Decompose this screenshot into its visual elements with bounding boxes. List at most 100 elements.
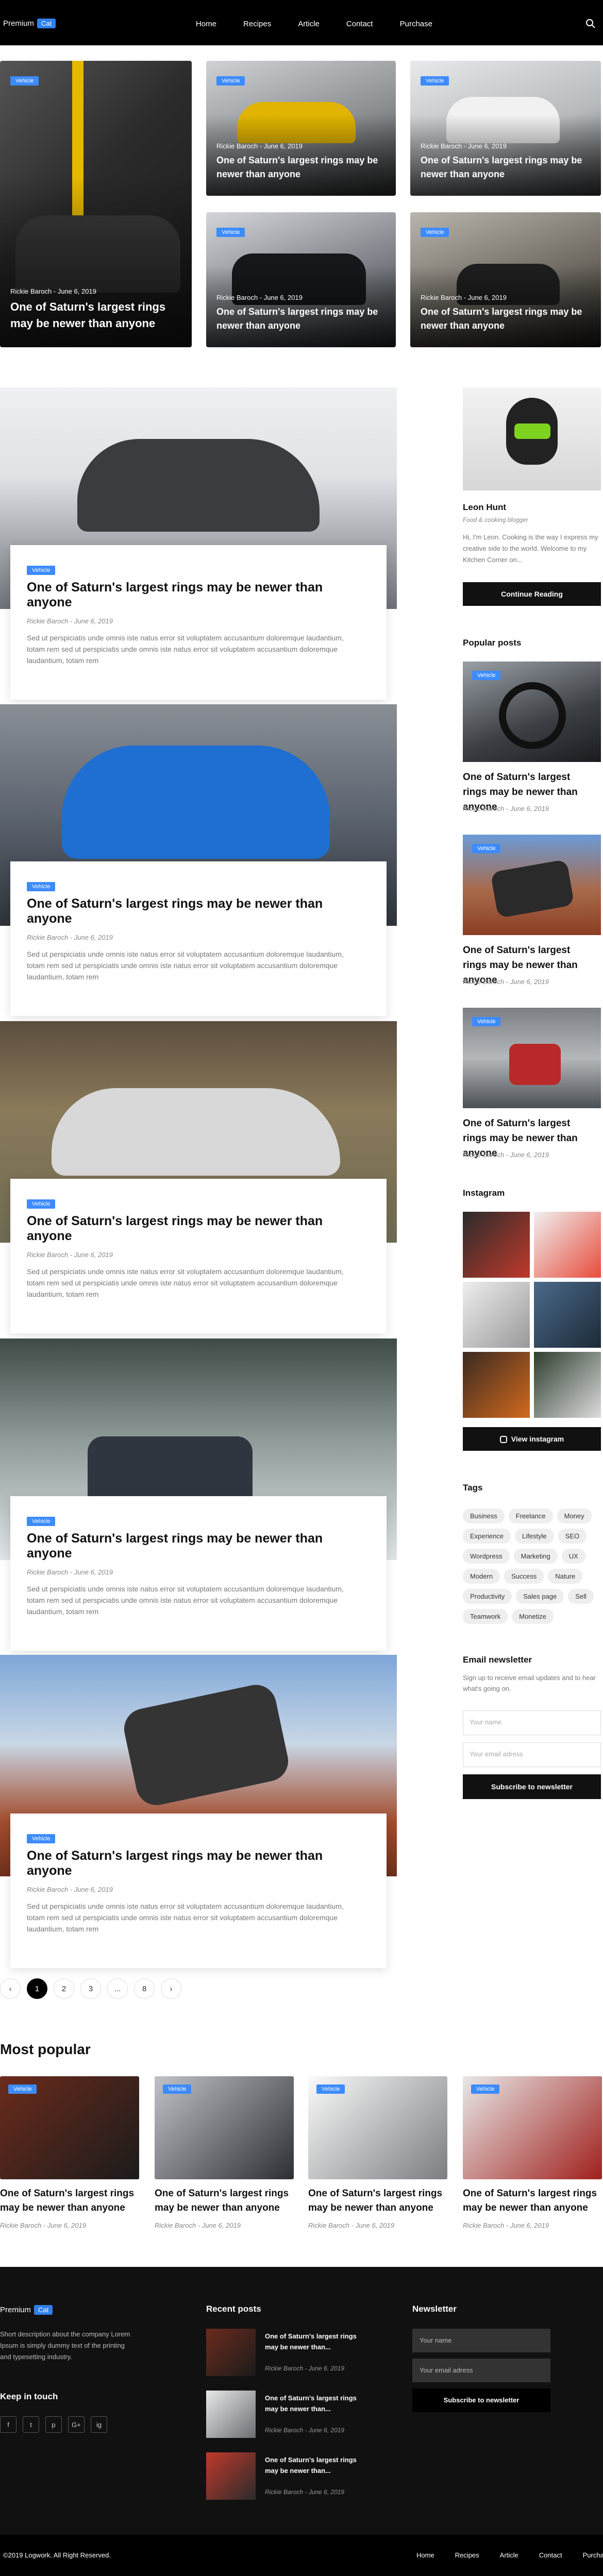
recent-post-thumb[interactable] xyxy=(206,2329,256,2376)
footer-nav-home[interactable]: Home xyxy=(416,2551,434,2559)
continue-reading-button[interactable]: Continue Reading xyxy=(463,582,601,606)
tag[interactable]: Sell xyxy=(568,1589,594,1604)
tag[interactable]: Teamwork xyxy=(463,1609,508,1624)
tag[interactable]: Modern xyxy=(463,1569,500,1584)
category-badge[interactable]: Vehicle xyxy=(421,228,449,237)
nav-purchase[interactable]: Purchase xyxy=(400,20,432,28)
category-badge[interactable]: Vehicle xyxy=(27,1834,56,1843)
tag[interactable]: Success xyxy=(504,1569,544,1584)
pagination-page[interactable]: 2 xyxy=(54,1978,74,1999)
subscribe-button[interactable]: Subscribe to newsletter xyxy=(463,1774,601,1799)
footer-nav-article[interactable]: Article xyxy=(500,2551,518,2559)
newsletter-name-input[interactable]: Your name xyxy=(463,1710,601,1735)
category-badge[interactable]: Vehicle xyxy=(27,566,56,575)
newsletter-email-input[interactable]: Your email adress xyxy=(463,1742,601,1767)
tag[interactable]: Lifestyle xyxy=(515,1529,554,1544)
footer-brand[interactable]: Premium Cat xyxy=(0,2305,53,2315)
pagination-page[interactable]: 8 xyxy=(134,1978,155,1999)
instagram-photo[interactable] xyxy=(463,1352,530,1418)
featured-card[interactable]: Vehicle Rickie Baroch - June 6, 2019 One… xyxy=(410,61,601,196)
instagram-photo[interactable] xyxy=(534,1282,601,1348)
category-badge[interactable]: Vehicle xyxy=(27,882,56,891)
footer-nav-purchase[interactable]: Purchase xyxy=(583,2551,603,2559)
featured-card[interactable]: Vehicle Rickie Baroch - June 6, 2019 One… xyxy=(206,212,396,347)
pinterest-icon[interactable]: p xyxy=(45,2416,62,2433)
tag[interactable]: Nature xyxy=(548,1569,583,1584)
facebook-icon[interactable]: f xyxy=(0,2416,16,2433)
post-title[interactable]: One of Saturn's largest rings may be new… xyxy=(421,305,585,333)
tag[interactable]: Sales page xyxy=(516,1589,564,1604)
post-title[interactable]: One of Saturn's largest rings may be new… xyxy=(27,1849,370,1878)
pagination-page[interactable]: 3 xyxy=(80,1978,101,1999)
recent-post-title[interactable]: One of Saturn's largest rings may be new… xyxy=(265,2331,358,2352)
footer-subscribe-button[interactable]: Subscribe to newsletter xyxy=(412,2388,550,2412)
post-title[interactable]: One of Saturn's largest rings may be new… xyxy=(27,896,370,926)
category-badge[interactable]: Vehicle xyxy=(421,76,449,86)
recent-post-thumb[interactable] xyxy=(206,2391,256,2438)
search-icon[interactable] xyxy=(585,19,596,29)
category-badge[interactable]: Vehicle xyxy=(8,2084,37,2094)
featured-card-large[interactable]: Vehicle Rickie Baroch - June 6, 2019 One… xyxy=(0,61,192,347)
post-title[interactable]: One of Saturn's largest rings may be new… xyxy=(421,154,585,181)
post-image[interactable]: Vehicle xyxy=(463,2076,602,2179)
featured-card[interactable]: Vehicle Rickie Baroch - June 6, 2019 One… xyxy=(206,61,396,196)
brand-logo[interactable]: Premium Cat xyxy=(3,19,56,28)
footer-nav-contact[interactable]: Contact xyxy=(539,2551,562,2559)
tag[interactable]: Productivity xyxy=(463,1589,512,1604)
category-badge[interactable]: Vehicle xyxy=(163,2084,192,2094)
recent-post-title[interactable]: One of Saturn's largest rings may be new… xyxy=(265,2393,358,2414)
tag[interactable]: UX xyxy=(561,1549,585,1564)
post-title[interactable]: One of Saturn's largest rings may be new… xyxy=(27,580,370,610)
post-title[interactable]: One of Saturn's largest rings may be new… xyxy=(10,299,180,332)
post-title[interactable]: One of Saturn's largest rings may be new… xyxy=(27,1531,370,1561)
nav-article[interactable]: Article xyxy=(298,20,320,28)
tag[interactable]: SEO xyxy=(558,1529,587,1544)
pagination-next[interactable]: › xyxy=(161,1978,181,1999)
instagram-photo[interactable] xyxy=(463,1212,530,1278)
category-badge[interactable]: Vehicle xyxy=(10,76,39,86)
category-badge[interactable]: Vehicle xyxy=(216,76,245,86)
post-title[interactable]: One of Saturn's largest rings may be new… xyxy=(216,154,381,181)
category-badge[interactable]: Vehicle xyxy=(472,1017,501,1026)
nav-recipes[interactable]: Recipes xyxy=(243,20,271,28)
post-image[interactable]: Vehicle xyxy=(0,2076,139,2179)
footer-nav-recipes[interactable]: Recipes xyxy=(455,2551,479,2559)
instagram-icon[interactable]: ig xyxy=(91,2416,107,2433)
post-title[interactable]: One of Saturn's largest rings may be new… xyxy=(463,2187,603,2215)
pagination-prev[interactable]: ‹ xyxy=(0,1978,21,1999)
post-title[interactable]: One of Saturn's largest rings may be new… xyxy=(308,2187,450,2215)
tag[interactable]: Business xyxy=(463,1509,505,1523)
category-badge[interactable]: Vehicle xyxy=(472,671,501,680)
twitter-icon[interactable]: t xyxy=(23,2416,39,2433)
post-title[interactable]: One of Saturn's largest rings may be new… xyxy=(155,2187,296,2215)
nav-contact[interactable]: Contact xyxy=(346,20,373,28)
tag[interactable]: Wordpress xyxy=(463,1549,510,1564)
recent-post-title[interactable]: One of Saturn's largest rings may be new… xyxy=(265,2454,358,2476)
tag[interactable]: Money xyxy=(557,1509,592,1523)
post-image[interactable]: Vehicle xyxy=(308,2076,447,2179)
tag[interactable]: Monetize xyxy=(512,1609,554,1624)
category-badge[interactable]: Vehicle xyxy=(472,844,501,853)
category-badge[interactable]: Vehicle xyxy=(27,1517,56,1526)
popular-post-image[interactable]: Vehicle xyxy=(463,662,601,762)
recent-post-thumb[interactable] xyxy=(206,2452,256,2500)
popular-post-image[interactable]: Vehicle xyxy=(463,1008,601,1108)
pagination-page[interactable]: 1 xyxy=(27,1978,47,1999)
popular-post-image[interactable]: Vehicle xyxy=(463,835,601,935)
featured-card[interactable]: Vehicle Rickie Baroch - June 6, 2019 One… xyxy=(410,212,601,347)
view-instagram-button[interactable]: View instagram xyxy=(463,1427,601,1451)
nav-home[interactable]: Home xyxy=(196,20,216,28)
post-title[interactable]: One of Saturn's largest rings may be new… xyxy=(216,305,381,333)
category-badge[interactable]: Vehicle xyxy=(27,1199,56,1209)
post-title[interactable]: One of Saturn's largest rings may be new… xyxy=(0,2187,142,2215)
category-badge[interactable]: Vehicle xyxy=(216,228,245,237)
footer-name-input[interactable]: Your name xyxy=(412,2329,550,2352)
tag[interactable]: Experience xyxy=(463,1529,511,1544)
post-title[interactable]: One of Saturn's largest rings may be new… xyxy=(27,1214,370,1244)
tag[interactable]: Freelance xyxy=(508,1509,553,1523)
category-badge[interactable]: Vehicle xyxy=(316,2084,345,2094)
category-badge[interactable]: Vehicle xyxy=(471,2084,500,2094)
instagram-photo[interactable] xyxy=(534,1352,601,1418)
instagram-photo[interactable] xyxy=(463,1282,530,1348)
google-plus-icon[interactable]: G+ xyxy=(68,2416,85,2433)
